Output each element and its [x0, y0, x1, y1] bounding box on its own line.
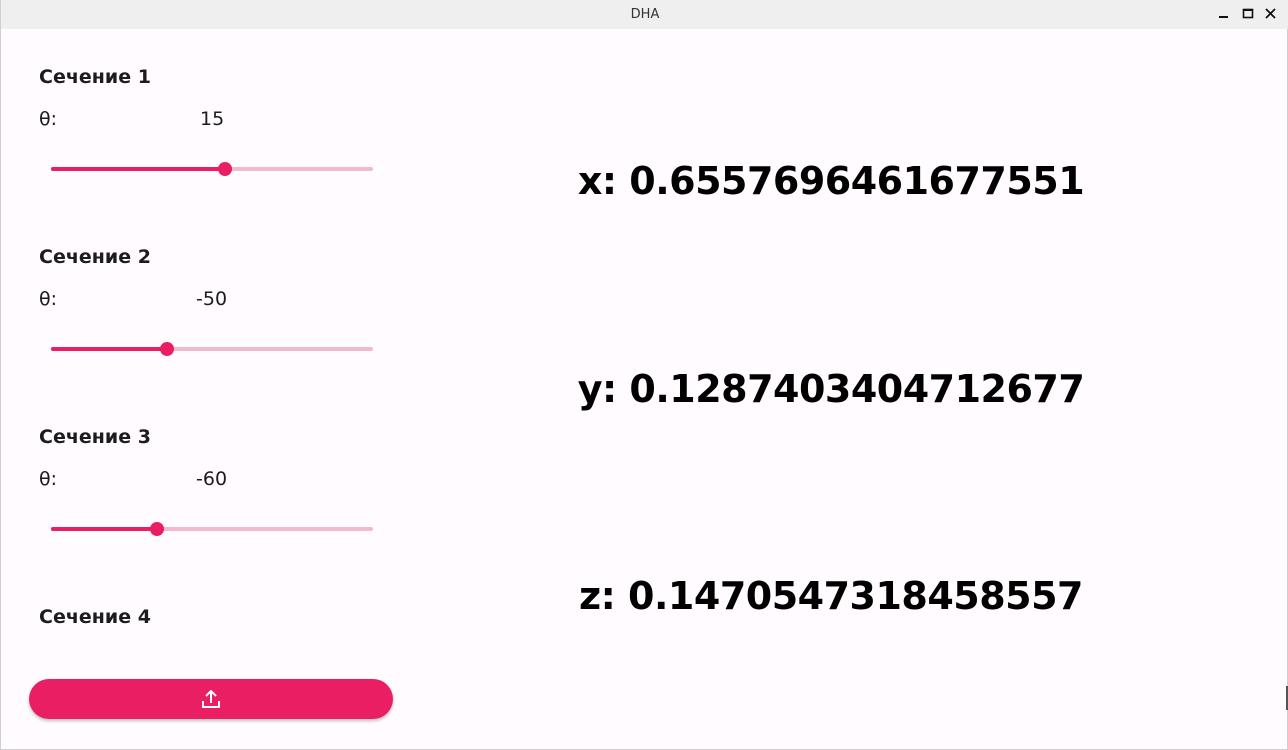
close-button[interactable]: [1260, 4, 1282, 24]
slider-active-track: [51, 527, 158, 531]
section-3-title: Сечение 3: [39, 426, 151, 448]
app-window: DHA Сечение 1 θ: 15 Сечение 2 θ: -50 Сеч…: [0, 0, 1288, 750]
upload-icon: [202, 690, 220, 708]
section-1-title: Сечение 1: [39, 66, 151, 88]
slider-thumb[interactable]: [217, 162, 232, 176]
title-bar: DHA: [1, 0, 1288, 29]
result-x: x: 0.6557696461677551: [577, 159, 1085, 203]
minimize-button[interactable]: [1213, 4, 1235, 24]
slider-thumb[interactable]: [159, 342, 174, 356]
section-2-theta-label: θ:: [39, 288, 58, 310]
section-3-theta-label: θ:: [39, 468, 58, 490]
section-1-theta-value: 15: [200, 108, 225, 130]
window-title: DHA: [630, 7, 660, 22]
result-z: z: 0.1470547318458557: [579, 574, 1083, 618]
result-y: y: 0.1287403404712677: [577, 367, 1085, 411]
slider-active-track: [51, 347, 167, 351]
maximize-button[interactable]: [1237, 4, 1259, 24]
section-1-slider[interactable]: [51, 159, 373, 179]
section-3-theta-value: -60: [196, 468, 228, 490]
section-4-title: Сечение 4: [39, 606, 151, 628]
minimize-icon: [1219, 16, 1228, 18]
close-icon: [1265, 8, 1276, 19]
section-2-theta-value: -50: [196, 288, 228, 310]
section-2-title: Сечение 2: [39, 246, 151, 268]
section-1-theta-label: θ:: [39, 108, 58, 130]
upload-button[interactable]: [29, 679, 393, 719]
section-3-slider[interactable]: [51, 519, 373, 539]
slider-thumb[interactable]: [150, 522, 165, 536]
section-2-slider[interactable]: [51, 339, 373, 359]
maximize-icon: [1242, 8, 1254, 19]
slider-active-track: [51, 167, 225, 171]
